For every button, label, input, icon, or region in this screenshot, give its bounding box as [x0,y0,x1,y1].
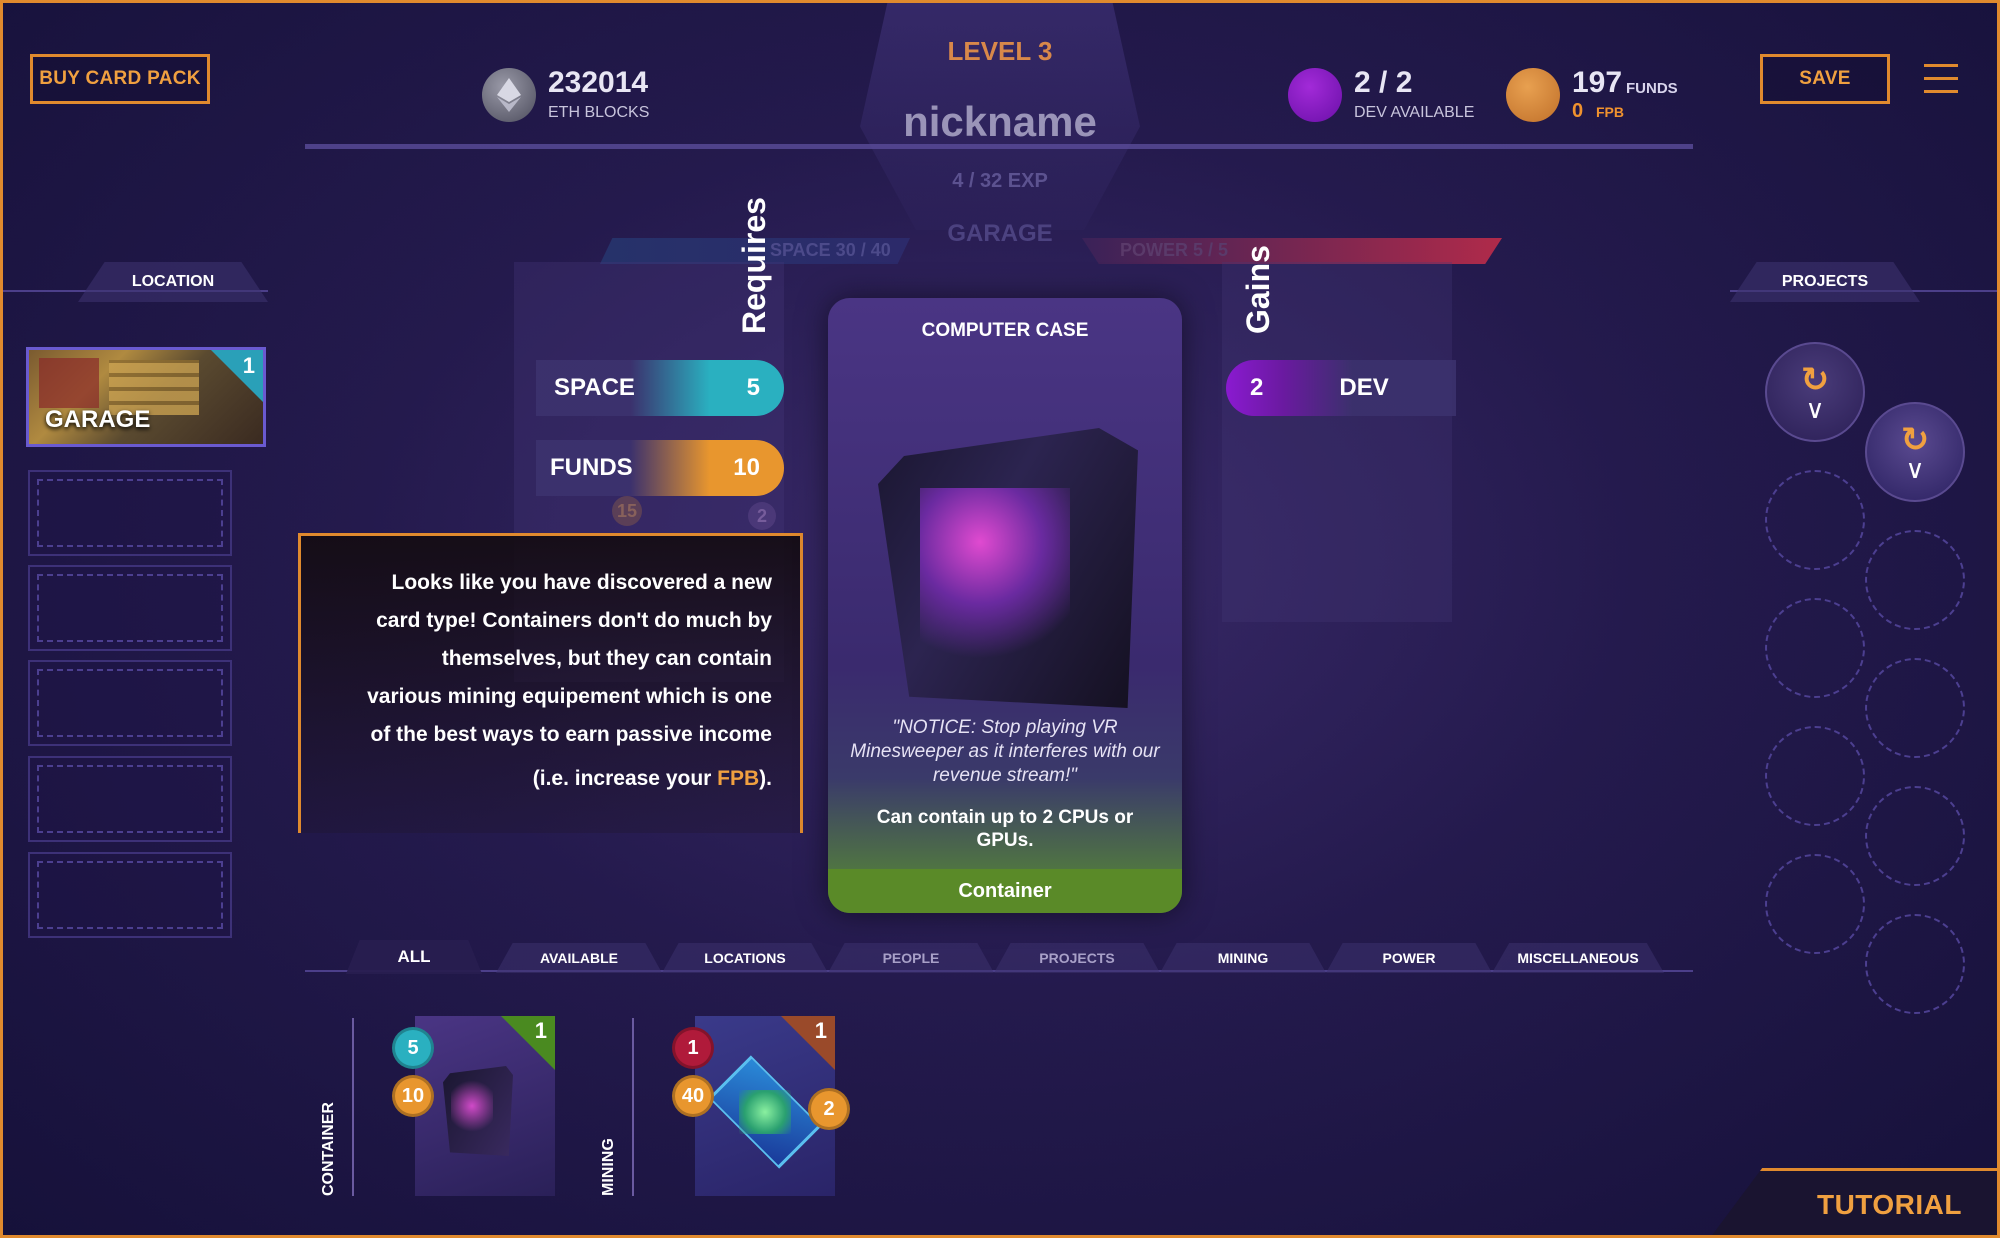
dev-available-label: DEV AVAILABLE [1354,104,1475,121]
gains-dev-label: DEV [1339,374,1389,401]
tab-miscellaneous[interactable]: MISCELLANEOUS [1492,943,1664,973]
garage-card-label: GARAGE [45,406,151,433]
power-bar: POWER 5 / 5 [1082,238,1502,264]
location-slot[interactable] [28,565,232,651]
chevron-down-icon: ∨ [1905,454,1925,484]
project-slot[interactable] [1865,530,1965,630]
garage-count-badge [211,350,263,402]
funds-label: FUNDS [1626,80,1678,97]
tutorial-button[interactable]: TUTORIAL [1710,1168,2000,1238]
refresh-icon: ↻ [1800,361,1830,399]
requires-space: SPACE 5 [536,360,784,416]
tooltip-text: various mining equipement which is one [367,685,772,708]
container-slot-badge: 2 [808,1088,850,1130]
garage-location-card[interactable]: GARAGE 1 [26,347,266,447]
card-quote: "NOTICE: Stop playing VR Minesweeper as … [850,717,1160,786]
tab-available[interactable]: AVAILABLE [496,943,662,973]
hand-card-computer-case[interactable]: 1 [415,1016,555,1196]
chevron-down-icon: ∨ [1805,394,1825,424]
location-slot[interactable] [28,470,232,556]
eth-blocks-label: ETH BLOCKS [548,104,650,121]
tab-power[interactable]: POWER [1326,943,1492,973]
computer-case-card[interactable]: COMPUTER CASE "NOTICE: Stop playing VR M… [828,298,1182,913]
requires-title: Requires [736,197,772,334]
project-slot-active[interactable]: ↻ ∨ [1765,342,1865,442]
funds-value: 197 [1572,66,1623,99]
power-cost-badge: 1 [672,1027,714,1069]
dev-available-value: 2 / 2 [1354,66,1413,99]
project-slot-active[interactable]: ↻ ∨ [1865,402,1965,502]
fpb-highlight: FPB [717,767,760,790]
project-slot[interactable] [1765,470,1865,570]
exp-label: 4 / 32 EXP [952,170,1048,192]
gains-title: Gains [1240,245,1276,334]
project-slot[interactable] [1865,914,1965,1014]
space-cost-badge: 5 [392,1027,434,1069]
gains-dev: 2 DEV [1226,360,1456,416]
project-slot[interactable] [1865,658,1965,758]
gains-dev-value: 2 [1250,374,1264,401]
requires-space-value: 5 [746,374,760,401]
fpb-label: FPB [1596,104,1624,120]
project-slot[interactable] [1765,854,1865,954]
ghost-badge: 15 [612,496,642,526]
location-slot[interactable] [28,756,232,842]
funds-cost-badge: 40 [672,1075,714,1117]
funds-cost-badge: 10 [392,1075,434,1117]
hand-card-count: 1 [534,1018,547,1043]
computer-case-glow [920,488,1070,668]
requires-funds-label: FUNDS [550,454,633,481]
player-nickname[interactable]: nickname [0,98,2000,146]
fpb-value: 0 [1572,100,1584,122]
refresh-icon: ↻ [1900,421,1930,459]
tooltip-text: of the best ways to earn passive income [370,723,772,746]
eth-icon [482,68,536,122]
tooltip-text: (i.e. increase your FPB). [532,767,772,790]
garage-count: 1 [242,353,255,378]
group-label-container: CONTAINER [320,1102,337,1196]
tab-mining[interactable]: MINING [1160,943,1326,973]
group-divider [352,1018,354,1196]
eth-blocks-value: 232014 [548,66,649,99]
ghost-badge: 2 [748,502,776,530]
requires-space-label: SPACE [554,374,635,401]
projects-tab[interactable]: PROJECTS [1730,262,1920,302]
tab-all[interactable]: ALL [346,940,482,974]
location-slot[interactable] [28,852,232,938]
card-description: Can contain up to 2 CPUs or GPUs. [876,807,1134,851]
tab-locations[interactable]: LOCATIONS [662,943,828,973]
group-divider [632,1018,634,1196]
project-slot[interactable] [1865,786,1965,886]
tab-people[interactable]: PEOPLE [828,943,994,973]
tooltip-text: Looks like you have discovered a new [391,571,772,594]
tooltip-text: themselves, but they can contain [441,647,772,670]
funds-icon [1506,68,1560,122]
card-type: Container [828,869,1182,913]
project-slot[interactable] [1765,726,1865,826]
tooltip-text: card type! Containers don't do much by [376,609,772,632]
requires-funds: FUNDS 10 [536,440,784,496]
dev-icon [1288,68,1342,122]
location-slot[interactable] [28,660,232,746]
card-title: COMPUTER CASE [921,320,1089,341]
requires-funds-value: 10 [733,454,760,481]
tutorial-tooltip: Looks like you have discovered a new car… [298,533,803,833]
current-location-label: GARAGE [947,220,1053,247]
hand-card-count: 1 [814,1018,827,1043]
group-label-mining: MINING [600,1138,617,1196]
project-slot[interactable] [1765,598,1865,698]
tab-projects[interactable]: PROJECTS [994,943,1160,973]
level-label: LEVEL 3 [947,36,1053,66]
location-tab[interactable]: LOCATION [78,262,268,302]
